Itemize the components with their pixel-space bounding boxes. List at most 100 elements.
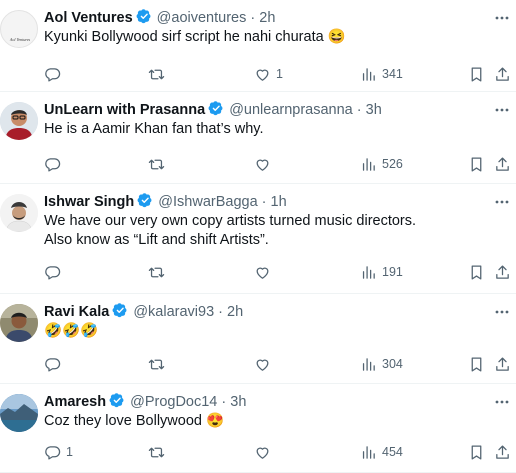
more-options-icon[interactable] [494,394,510,410]
share-button[interactable] [494,442,511,462]
reply-button[interactable] [44,262,66,282]
reply-icon [45,265,61,280]
share-button[interactable] [494,154,511,174]
retweet-button[interactable] [148,262,170,282]
display-name[interactable]: Aol Ventures [44,10,133,26]
views-button[interactable]: 526 [360,154,403,174]
action-bar: 304 [44,354,516,374]
action-bar: 191 [44,262,516,282]
user-handle[interactable]: @IshwarBagga [158,194,257,210]
retweet-button[interactable] [148,442,170,462]
reply-button[interactable] [44,64,66,84]
share-button[interactable] [494,64,511,84]
bookmark-button[interactable] [468,354,485,374]
like-button[interactable] [254,154,276,174]
display-name[interactable]: UnLearn with Prasanna [44,102,205,118]
verified-badge-icon [112,302,129,325]
more-options-icon[interactable] [494,102,510,118]
share-icon [496,264,509,279]
avatar-logo-text: Aol Ventures [9,37,31,42]
share-icon [496,156,509,171]
bookmark-button[interactable] [468,154,485,174]
share-icon [496,444,509,459]
separator-dot: · [261,194,267,210]
bookmark-icon [471,264,482,280]
share-button[interactable] [494,262,511,282]
separator-dot: · [356,102,362,118]
avatar[interactable]: Aol Ventures [0,10,38,48]
reply-icon [45,445,61,460]
views-button[interactable]: 191 [360,262,403,282]
reply-item[interactable]: Ravi Kala @kalaravi93 · 2h 🤣🤣🤣 304 [0,294,516,384]
reply-text: He is a Aamir Khan fan that’s why. [44,121,264,137]
timestamp[interactable]: 2h [259,10,275,26]
bookmark-button[interactable] [468,64,485,84]
timestamp[interactable]: 1h [271,194,287,210]
retweet-button[interactable] [148,354,170,374]
like-button[interactable] [254,262,276,282]
more-options-icon[interactable] [494,194,510,210]
heart-icon [256,447,269,459]
views-chart-icon [362,357,375,371]
share-button[interactable] [494,354,511,374]
reply-icon [45,357,61,372]
share-icon [496,66,509,81]
heart-icon [256,159,269,171]
bookmark-button[interactable] [468,442,485,462]
display-name[interactable]: Ravi Kala [44,304,109,320]
bookmark-button[interactable] [468,262,485,282]
like-button[interactable] [254,354,276,374]
user-handle[interactable]: @kalaravi93 [133,304,214,320]
reply-item[interactable]: Aol Ventures Aol Ventures @aoiventures ·… [0,0,516,92]
reply-count: 1 [66,445,73,459]
reply-button[interactable]: 1 [44,442,73,462]
views-chart-icon [362,67,375,81]
avatar[interactable] [0,102,38,140]
view-count: 454 [382,445,403,459]
separator-dot: · [250,10,256,26]
timestamp[interactable]: 2h [227,304,243,320]
display-name[interactable]: Amaresh [44,394,106,410]
retweet-icon [148,267,165,277]
views-button[interactable]: 341 [360,64,403,84]
replies-feed: Aol Ventures Aol Ventures @aoiventures ·… [0,0,516,473]
like-count: 1 [276,67,283,81]
avatar[interactable] [0,304,38,342]
reply-item[interactable]: Ishwar Singh @IshwarBagga · 1h We have o… [0,184,516,294]
retweet-icon [148,447,165,457]
reply-button[interactable] [44,354,66,374]
reply-text: Coz they love Bollywood 😍 [44,413,225,429]
bookmark-icon [471,356,482,372]
more-options-icon[interactable] [494,10,510,26]
timestamp[interactable]: 3h [366,102,382,118]
retweet-button[interactable] [148,64,170,84]
user-handle[interactable]: @ProgDoc14 [130,394,217,410]
views-button[interactable]: 454 [360,442,403,462]
retweet-button[interactable] [148,154,170,174]
views-chart-icon [362,265,375,279]
reply-item[interactable]: UnLearn with Prasanna @unlearnprasanna ·… [0,92,516,184]
reply-item[interactable]: Amaresh @ProgDoc14 · 3h Coz they love Bo… [0,384,516,473]
action-bar: 1 341 [44,64,516,84]
user-handle[interactable]: @aoiventures [157,10,247,26]
user-handle[interactable]: @unlearnprasanna [229,102,353,118]
like-button[interactable] [254,442,276,462]
view-count: 304 [382,357,403,371]
views-chart-icon [362,157,375,171]
heart-icon [256,69,269,81]
reply-button[interactable] [44,154,66,174]
separator-dot: · [218,304,224,320]
more-options-icon[interactable] [494,304,510,320]
view-count: 526 [382,157,403,171]
action-bar: 526 [44,154,516,174]
views-chart-icon [362,445,375,459]
avatar[interactable] [0,194,38,232]
like-button[interactable]: 1 [254,64,283,84]
retweet-icon [148,69,165,79]
action-bar: 1 454 [44,442,516,462]
timestamp[interactable]: 3h [230,394,246,410]
views-button[interactable]: 304 [360,354,403,374]
avatar[interactable] [0,394,38,432]
reply-text: Kyunki Bollywood sirf script he nahi chu… [44,29,346,45]
display-name[interactable]: Ishwar Singh [44,194,134,210]
